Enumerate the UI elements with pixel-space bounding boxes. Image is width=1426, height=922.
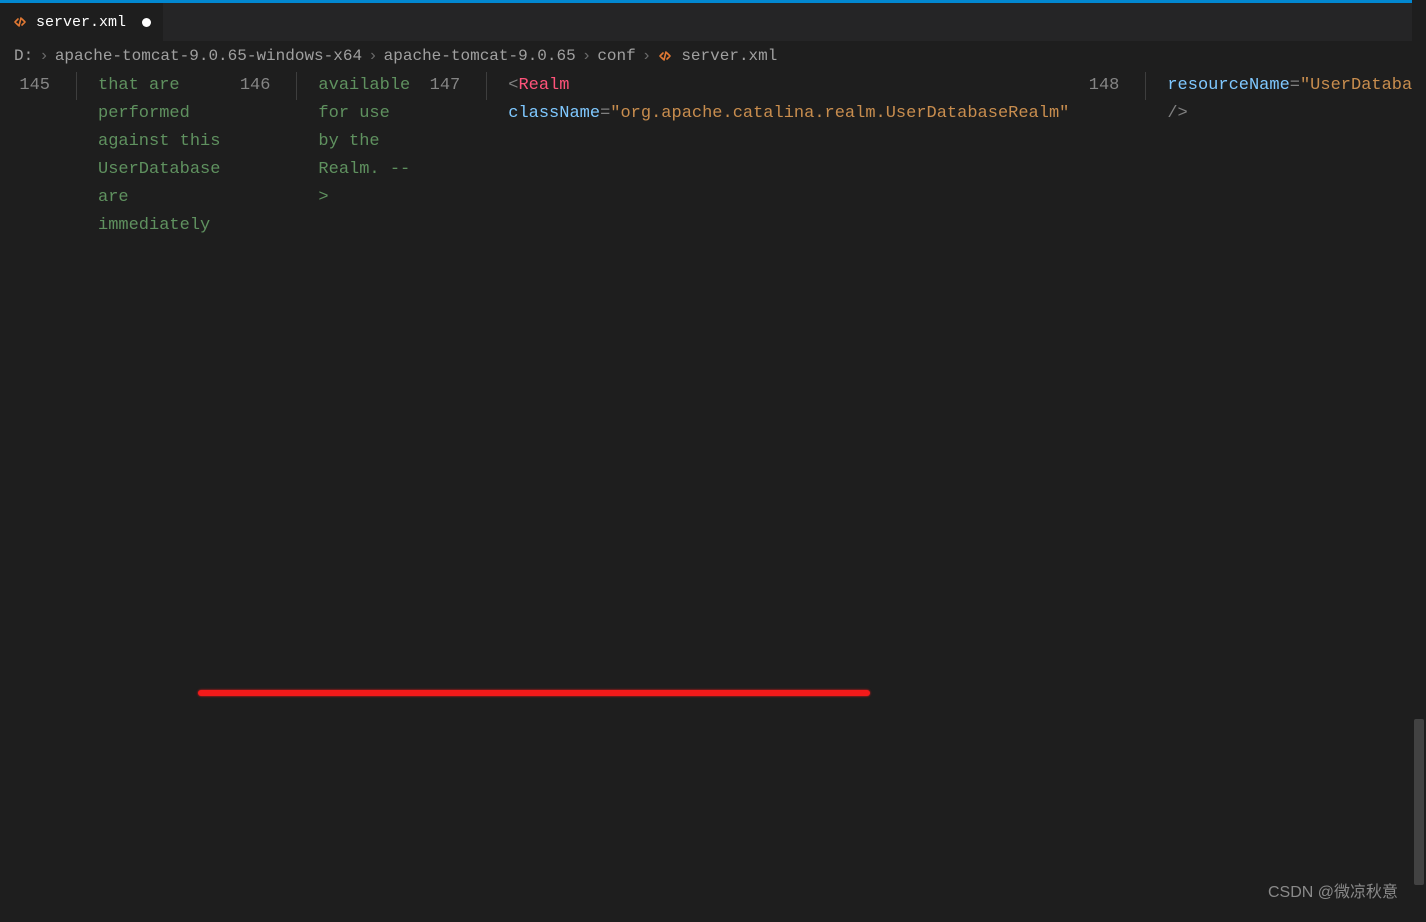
breadcrumb[interactable]: D: › apache-tomcat-9.0.65-windows-x64 › … — [0, 41, 1426, 72]
line-number: 146 — [220, 72, 290, 100]
chevron-right-icon: › — [39, 47, 49, 65]
line-number: 145 — [0, 72, 70, 100]
chevron-right-icon: › — [642, 47, 652, 65]
watermark: CSDN @微凉秋意 — [1268, 878, 1398, 902]
vertical-scrollbar[interactable] — [1412, 0, 1426, 922]
code-text[interactable]: <Realm className="org.apache.catalina.re… — [508, 72, 1069, 100]
line-number: 147 — [410, 72, 480, 100]
line-number: 148 — [1069, 72, 1139, 100]
dirty-indicator-icon — [142, 18, 151, 27]
breadcrumb-part[interactable]: apache-tomcat-9.0.65-windows-x64 — [55, 47, 362, 65]
fold-guide — [70, 72, 98, 100]
tab-server-xml[interactable]: server.xml — [0, 3, 163, 41]
xml-file-icon — [12, 14, 28, 30]
fold-guide — [1139, 72, 1167, 100]
fold-guide — [480, 72, 508, 100]
code-line[interactable]: 148 resourceName="UserDatabase" /> — [1069, 72, 1426, 100]
breadcrumb-root[interactable]: D: — [14, 47, 33, 65]
breadcrumb-part[interactable]: conf — [597, 47, 635, 65]
xml-file-icon — [657, 48, 673, 64]
breadcrumb-part[interactable]: apache-tomcat-9.0.65 — [384, 47, 576, 65]
code-text[interactable]: available for use by the Realm. --> — [318, 72, 410, 100]
scrollbar-thumb[interactable] — [1414, 719, 1424, 885]
red-underline-annotation — [198, 690, 870, 696]
tab-strip: server.xml — [0, 3, 1426, 41]
code-text[interactable]: resourceName="UserDatabase" /> — [1167, 72, 1426, 100]
code-line[interactable]: 145 that are performed against this User… — [0, 72, 220, 100]
breadcrumb-leaf[interactable]: server.xml — [681, 47, 777, 65]
tab-filename: server.xml — [36, 14, 126, 31]
chevron-right-icon: › — [368, 47, 378, 65]
code-editor[interactable]: 145 that are performed against this User… — [0, 72, 1426, 919]
code-line[interactable]: 147 <Realm className="org.apache.catalin… — [410, 72, 1069, 100]
code-line[interactable]: 146 available for use by the Realm. --> — [220, 72, 410, 100]
code-text[interactable]: that are performed against this UserData… — [98, 72, 220, 100]
fold-guide — [290, 72, 318, 100]
chevron-right-icon: › — [582, 47, 592, 65]
